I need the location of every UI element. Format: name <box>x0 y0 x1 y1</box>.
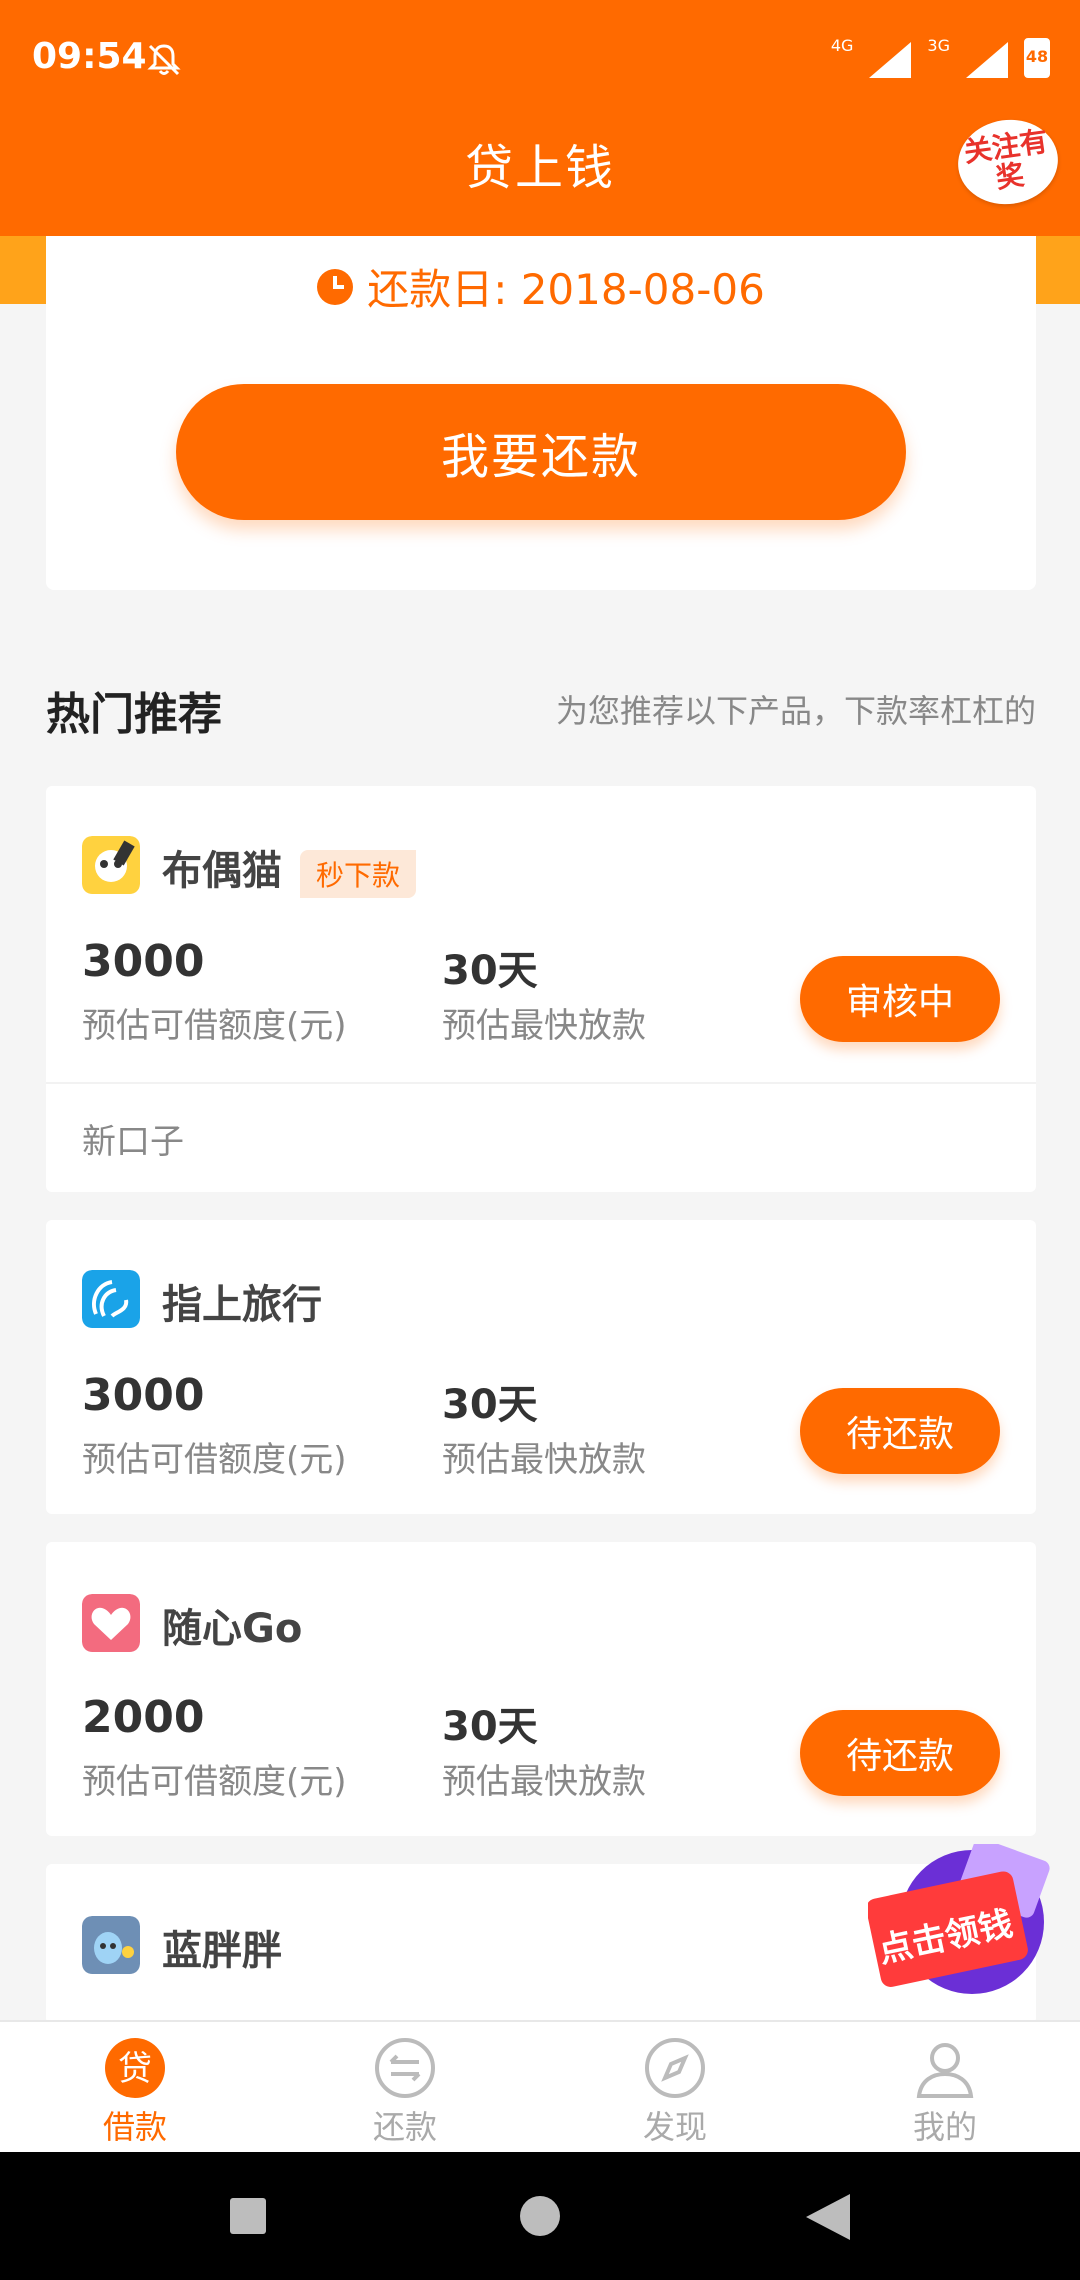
network-type-3g: 3G <box>927 36 950 55</box>
product-tag: 秒下款 <box>300 850 417 898</box>
svg-text:贷: 贷 <box>118 2049 152 2089</box>
profile-icon <box>916 2043 974 2098</box>
signal-icon <box>869 42 912 78</box>
due-date-row: 还款日: 2018-08-06 <box>46 256 1036 317</box>
product-amount-label: 预估可借额度(元) <box>82 1440 347 1480</box>
battery-icon: 48 <box>1024 38 1050 78</box>
nav-label: 我的 <box>912 2108 977 2146</box>
product-status-button[interactable]: 审核中 <box>800 956 1000 1042</box>
recents-button[interactable] <box>230 2198 266 2234</box>
nav-label: 借款 <box>102 2108 167 2146</box>
product-amount-label: 预估可借额度(元) <box>82 1762 347 1802</box>
product-name: 随心Go <box>162 1606 303 1652</box>
app-header <box>0 0 1080 236</box>
network-type-4g: 4G <box>830 36 854 55</box>
due-date-text: 还款日: 2018-08-06 <box>367 265 765 314</box>
recommend-subtitle: 为您推荐以下产品，下款率杠杠的 <box>555 692 1036 730</box>
product-days: 30天 <box>442 1704 538 1750</box>
blue-mascot-logo-icon <box>82 1916 140 1974</box>
repay-card: 还款日: 2018-08-06 我要还款 <box>46 236 1036 590</box>
recommend-title: 热门推荐 <box>46 689 222 740</box>
nav-label: 还款 <box>372 2108 437 2146</box>
product-status-button[interactable]: 待还款 <box>800 1710 1000 1796</box>
product-name: 蓝胖胖 <box>162 1928 282 1974</box>
product-name: 指上旅行 <box>162 1282 322 1328</box>
clock-icon <box>317 268 354 305</box>
repay-button[interactable]: 我要还款 <box>176 384 906 520</box>
product-card[interactable]: 随心Go 2000 预估可借额度(元) 30天 预估最快放款 待还款 <box>46 1542 1036 1836</box>
page-title: 贷上钱 <box>464 140 615 196</box>
product-name: 布偶猫 <box>162 848 282 894</box>
loan-icon: 贷 <box>105 2038 165 2098</box>
notifications-muted-icon <box>147 44 181 76</box>
nav-label: 发现 <box>642 2108 707 2146</box>
product-card[interactable]: 布偶猫 秒下款 3000 预估可借额度(元) 30天 预估最快放款 审核中 新口… <box>46 786 1036 1192</box>
status-time: 09:54 <box>32 36 147 77</box>
compass-icon <box>645 2038 705 2098</box>
product-days-label: 预估最快放款 <box>442 1762 646 1802</box>
product-card[interactable]: 指上旅行 3000 预估可借额度(元) 30天 预估最快放款 待还款 <box>46 1220 1036 1514</box>
status-indicators: 4G 3G 48 <box>831 38 1050 78</box>
product-amount-label: 预估可借额度(元) <box>82 1006 347 1046</box>
battery-level: 48 <box>1025 47 1049 66</box>
product-amount: 3000 <box>82 936 205 987</box>
product-amount: 2000 <box>82 1692 205 1743</box>
back-button[interactable] <box>806 2194 850 2240</box>
nav-item-discover[interactable]: 发现 <box>540 2022 810 2152</box>
repay-icon <box>375 2038 435 2098</box>
heart-go-logo-icon <box>82 1594 140 1652</box>
product-amount: 3000 <box>82 1370 205 1421</box>
product-days: 30天 <box>442 1382 538 1428</box>
product-days: 30天 <box>442 948 538 994</box>
nav-item-repay[interactable]: 还款 <box>270 2022 540 2152</box>
product-days-label: 预估最快放款 <box>442 1440 646 1480</box>
panda-cat-logo-icon <box>82 836 140 894</box>
signal-icon <box>966 42 1008 78</box>
nav-item-loan[interactable]: 贷 借款 <box>0 2022 270 2152</box>
travel-logo-icon <box>82 1270 140 1328</box>
product-note: 新口子 <box>82 1122 184 1162</box>
product-status-button[interactable]: 待还款 <box>800 1388 1000 1474</box>
nav-item-profile[interactable]: 我的 <box>810 2022 1080 2152</box>
product-days-label: 预估最快放款 <box>442 1006 646 1046</box>
home-button[interactable] <box>520 2196 560 2236</box>
claim-money-promo[interactable]: 点击领钱 <box>868 1844 1054 2010</box>
bottom-nav: 贷 借款 还款 发现 我的 <box>0 2020 1080 2152</box>
card-divider <box>46 1082 1036 1084</box>
